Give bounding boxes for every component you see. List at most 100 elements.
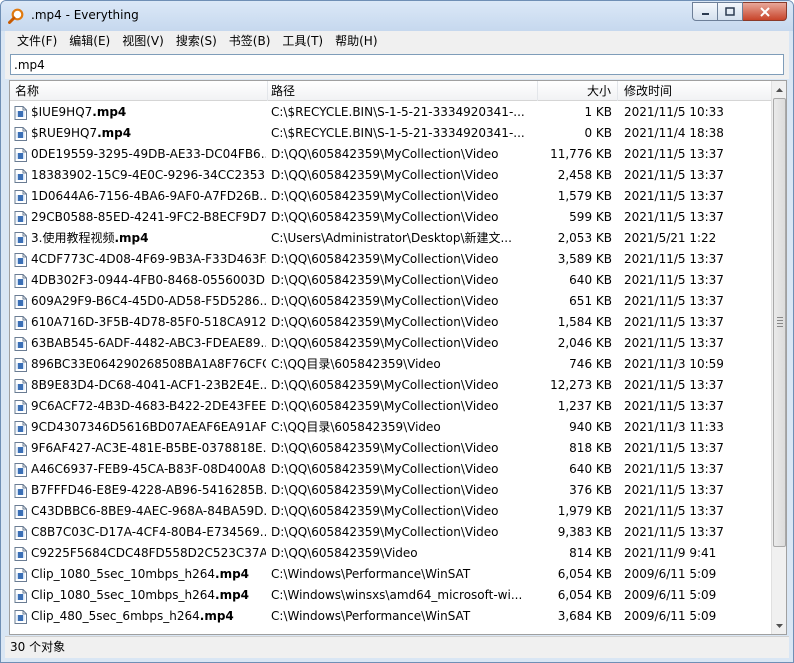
file-name-base: A46C6937-FEB9-45CA-B83F-08D400A8... [31,462,266,476]
file-modified-date: 2021/11/3 11:33 [624,420,724,434]
table-row[interactable]: 1D0644A6-7156-4BA6-9AF0-A7FD26B... D:\QQ… [10,186,772,207]
table-row[interactable]: 9C6ACF72-4B3D-4683-B422-2DE43FEE... D:\Q… [10,396,772,417]
table-row[interactable]: 610A716D-3F5B-4D78-85F0-518CA912... D:\Q… [10,312,772,333]
maximize-button[interactable] [718,2,743,21]
table-row[interactable]: 29CB0588-85ED-4241-9FC2-B8ECF9D7... D:\Q… [10,207,772,228]
file-name: 29CB0588-85ED-4241-9FC2-B8ECF9D7... [31,207,266,228]
scroll-down-button[interactable] [772,617,786,634]
table-row[interactable]: C43DBBC6-8BE9-4AEC-968A-84BA59D... D:\QQ… [10,501,772,522]
file-name: B7FFFD46-E8E9-4228-AB96-5416285B... [31,480,266,501]
file-modified-date: 2021/11/5 13:37 [624,294,724,308]
file-name-cell: 0DE19559-3295-49DB-AE33-DC04FB6... [14,144,266,165]
file-name-base: 3.使用教程视频 [31,231,115,245]
file-name-cell: C9225F5684CDC48FD558D2C523C37A... [14,543,266,564]
file-path: D:\QQ\605842359\MyCollection\Video [271,315,499,329]
column-header-size[interactable]: 大小 [538,81,618,101]
table-row[interactable]: 9F6AF427-AC3E-481E-B5BE-0378818E... D:\Q… [10,438,772,459]
file-name: 18383902-15C9-4E0C-9296-34CC2353... [31,165,266,186]
file-modified-date: 2021/11/5 13:37 [624,189,724,203]
file-path: D:\QQ\605842359\MyCollection\Video [271,441,499,455]
file-modified-date: 2009/6/11 5:09 [624,588,717,602]
table-row[interactable]: $IUE9HQ7.mp4 C:\$RECYCLE.BIN\S-1-5-21-33… [10,102,772,123]
video-file-icon [14,273,27,288]
minimize-button[interactable] [692,2,718,21]
title-bar[interactable]: .mp4 - Everything [1,1,793,31]
video-file-icon [14,189,27,204]
menu-tools[interactable]: 工具(T) [276,31,329,51]
table-row[interactable]: Clip_1080_5sec_10mbps_h264.mp4 C:\Window… [10,564,772,585]
video-file-icon [14,399,27,414]
table-row[interactable]: 609A29F9-B6C4-45D0-AD58-F5D5286... D:\QQ… [10,291,772,312]
file-modified-date: 2021/11/5 13:37 [624,273,724,287]
caption-buttons [692,2,787,21]
scroll-thumb[interactable] [773,98,786,547]
everything-window: .mp4 - Everything 文件(F) 编辑(E) 视图(V) 搜索(S… [0,0,794,663]
file-name-match: .mp4 [199,609,234,623]
results-list: 名称 路径 大小 修改时间 $IUE9HQ7.mp4 C:\$RECYCLE.B… [9,80,787,635]
menu-help[interactable]: 帮助(H) [329,31,383,51]
table-row[interactable]: Clip_480_5sec_6mbps_h264.mp4 C:\Windows\… [10,606,772,627]
file-name: C8B7C03C-D17A-4CF4-80B4-E734569... [31,522,266,543]
video-file-icon [14,588,27,603]
file-name-base: 610A716D-3F5B-4D78-85F0-518CA912... [31,315,266,329]
file-name-match: .mp4 [92,105,127,119]
video-file-icon [14,231,27,246]
table-row[interactable]: 4CDF773C-4D08-4F69-9B3A-F33D463F... D:\Q… [10,249,772,270]
file-size: 1,579 KB [557,189,612,203]
video-file-icon [14,420,27,435]
file-name-match: .mp4 [114,231,149,245]
menu-view[interactable]: 视图(V) [116,31,170,51]
scroll-up-button[interactable] [772,81,786,98]
table-row[interactable]: $RUE9HQ7.mp4 C:\$RECYCLE.BIN\S-1-5-21-33… [10,123,772,144]
table-row[interactable]: 9CD4307346D5616BD07AEAF6EA91AF... C:\QQ目… [10,417,772,438]
table-row[interactable]: 896BC33E064290268508BA1A8F76CFC... C:\QQ… [10,354,772,375]
file-path: D:\QQ\605842359\MyCollection\Video [271,378,499,392]
menu-bookmarks[interactable]: 书签(B) [223,31,277,51]
video-file-icon [14,147,27,162]
table-row[interactable]: 3.使用教程视频.mp4 C:\Users\Administrator\Desk… [10,228,772,249]
file-path: D:\QQ\605842359\MyCollection\Video [271,147,499,161]
search-input[interactable] [10,54,784,75]
file-name-cell: 609A29F9-B6C4-45D0-AD58-F5D5286... [14,291,266,312]
file-name: 3.使用教程视频.mp4 [31,228,148,249]
file-size: 640 KB [569,273,612,287]
file-modified-date: 2021/11/5 13:37 [624,168,724,182]
file-name-base: 0DE19559-3295-49DB-AE33-DC04FB6... [31,147,266,161]
close-button[interactable] [743,2,787,21]
file-path: D:\QQ\605842359\MyCollection\Video [271,399,499,413]
file-path: C:\QQ目录\605842359\Video [271,357,441,371]
video-file-icon [14,210,27,225]
file-name: $RUE9HQ7.mp4 [31,123,131,144]
file-size: 3,589 KB [557,252,612,266]
table-row[interactable]: 4DB302F3-0944-4FB0-8468-0556003D... D:\Q… [10,270,772,291]
column-header-name[interactable]: 名称 [10,81,268,101]
file-path: D:\QQ\605842359\MyCollection\Video [271,525,499,539]
file-name-cell: Clip_1080_5sec_10mbps_h264.mp4 [14,585,266,606]
video-file-icon [14,441,27,456]
table-row[interactable]: Clip_1080_5sec_10mbps_h264.mp4 C:\Window… [10,585,772,606]
file-name-cell: 8B9E83D4-DC68-4041-ACF1-23B2E4E... [14,375,266,396]
column-header-date[interactable]: 修改时间 [618,81,772,101]
file-size: 11,776 KB [550,147,612,161]
table-row[interactable]: A46C6937-FEB9-45CA-B83F-08D400A8... D:\Q… [10,459,772,480]
file-name-base: 4DB302F3-0944-4FB0-8468-0556003D... [31,273,266,287]
table-row[interactable]: 0DE19559-3295-49DB-AE33-DC04FB6... D:\QQ… [10,144,772,165]
menu-edit[interactable]: 编辑(E) [63,31,116,51]
column-header-path[interactable]: 路径 [268,81,538,101]
file-size: 599 KB [569,210,612,224]
table-row[interactable]: 63BAB545-6ADF-4482-ABC3-FDEAE89... D:\QQ… [10,333,772,354]
menu-file[interactable]: 文件(F) [11,31,63,51]
file-modified-date: 2021/11/5 13:37 [624,462,724,476]
file-name-cell: 4DB302F3-0944-4FB0-8468-0556003D... [14,270,266,291]
table-row[interactable]: C8B7C03C-D17A-4CF4-80B4-E734569... D:\QQ… [10,522,772,543]
table-row[interactable]: 18383902-15C9-4E0C-9296-34CC2353... D:\Q… [10,165,772,186]
menu-search[interactable]: 搜索(S) [170,31,223,51]
table-row[interactable]: C9225F5684CDC48FD558D2C523C37A... D:\QQ\… [10,543,772,564]
vertical-scrollbar[interactable] [771,81,786,634]
file-size: 651 KB [569,294,612,308]
file-name-base: 1D0644A6-7156-4BA6-9AF0-A7FD26B... [31,189,266,203]
table-row[interactable]: 8B9E83D4-DC68-4041-ACF1-23B2E4E... D:\QQ… [10,375,772,396]
table-row[interactable]: B7FFFD46-E8E9-4228-AB96-5416285B... D:\Q… [10,480,772,501]
file-modified-date: 2021/11/5 10:33 [624,105,724,119]
grip-line [777,326,783,327]
